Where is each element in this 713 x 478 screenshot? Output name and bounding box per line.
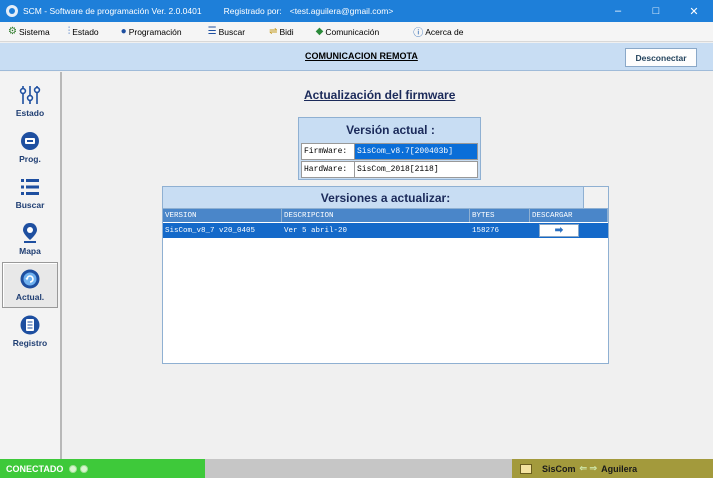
column-header-bytes[interactable]: BYTES <box>470 209 530 222</box>
remote-communication-title: COMUNICACION REMOTA <box>305 51 418 61</box>
toolbar: COMUNICACION REMOTA Desconectar <box>0 43 713 71</box>
sidebar-item-prog[interactable]: Prog. <box>2 124 58 170</box>
current-version-title: Versión actual : <box>346 123 435 137</box>
sliders-icon <box>19 84 41 106</box>
sidebar-item-estado[interactable]: Estado <box>2 78 58 124</box>
window-controls: – □ ✕ <box>599 0 713 22</box>
sidebar-item-mapa[interactable]: Mapa <box>2 216 58 262</box>
left-device-label: SisCom <box>542 463 576 474</box>
menu-item-sistema[interactable]: ⚙ Sistema <box>8 22 50 42</box>
programacion-icon: ● <box>120 26 127 37</box>
update-icon <box>19 268 41 290</box>
firmware-value: SisCom_v8.7[200403b] <box>355 143 478 160</box>
column-header-version[interactable]: VERSION <box>163 209 282 222</box>
status-bar: CONECTADO SisCom ⇐ ⇒ Aguilera <box>0 459 713 478</box>
registered-label: Registrado por: <box>223 6 282 16</box>
column-header-descargar[interactable]: DESCARGAR <box>530 209 608 222</box>
list-icon <box>19 176 41 198</box>
menu-item-buscar[interactable]: ☰ Buscar <box>208 22 245 42</box>
hardware-row: HardWare: SisCom_2018[2118] <box>301 161 478 178</box>
menu-bar: ⚙ Sistema ⫶ Estado ● Programación ☰ Busc… <box>0 22 713 42</box>
minimize-button[interactable]: – <box>599 0 637 22</box>
sidebar-item-actual[interactable]: Actual. <box>2 262 58 308</box>
registered-email: <test.aguilera@gmail.com> <box>289 6 394 16</box>
column-header-descripcion[interactable]: DESCRIPCION <box>282 209 470 222</box>
status-middle <box>205 459 512 478</box>
updates-title: Versiones a actualizar: <box>320 191 451 205</box>
buscar-icon: ☰ <box>207 26 217 37</box>
app-icon <box>6 5 18 17</box>
hardware-label: HardWare: <box>301 161 355 178</box>
header-corner <box>583 187 608 208</box>
bidi-icon: ⇌ <box>269 26 278 37</box>
disconnect-button[interactable]: Desconectar <box>625 48 697 67</box>
current-version-panel: Versión actual : FirmWare: SisCom_v8.7[2… <box>298 117 481 180</box>
sidebar-item-registro[interactable]: Registro <box>2 308 58 354</box>
updates-panel: Versiones a actualizar: VERSION DESCRIPC… <box>162 186 609 364</box>
updates-header: Versiones a actualizar: <box>163 187 608 209</box>
firmware-row: FirmWare: SisCom_v8.7[200403b] <box>301 143 478 160</box>
cell-version: SisCom_v8_7 v20_0405 <box>165 226 256 235</box>
info-icon: ⓘ <box>413 28 424 39</box>
menu-item-programacion[interactable]: ● Programación <box>121 22 182 42</box>
download-button[interactable]: ➡ <box>539 224 579 237</box>
sidebar: Estado Prog. Buscar Mapa Actual. Registr… <box>0 72 62 459</box>
hardware-value: SisCom_2018[2118] <box>355 161 478 178</box>
sync-arrows-icon: ⇐ ⇒ <box>579 463 598 473</box>
cell-descripcion: Ver 5 abril-20 <box>284 226 348 235</box>
title-bar: SCM - Software de programación Ver. 2.0.… <box>0 0 713 22</box>
estado-icon: ⫶ <box>67 26 71 37</box>
cell-bytes: 158276 <box>472 226 500 235</box>
sidebar-item-buscar[interactable]: Buscar <box>2 170 58 216</box>
link-status: SisCom ⇐ ⇒ Aguilera <box>512 459 713 478</box>
close-button[interactable]: ✕ <box>675 0 713 22</box>
menu-item-acerca-de[interactable]: ⓘ Acerca de <box>413 22 463 42</box>
connection-status: CONECTADO <box>0 459 205 478</box>
window-title: SCM - Software de programación Ver. 2.0.… <box>23 6 202 16</box>
menu-item-comunicacion[interactable]: ◆ Comunicación <box>316 22 380 42</box>
main-content: Actualización del firmware Versión actua… <box>64 72 713 459</box>
menu-item-estado[interactable]: ⫶ Estado <box>68 22 99 42</box>
comunicacion-icon: ◆ <box>315 26 324 37</box>
record-icon <box>19 314 41 336</box>
page-title: Actualización del firmware <box>304 88 456 102</box>
menu-item-bidi[interactable]: ⇌ Bidi <box>269 22 294 42</box>
device-icon <box>520 463 532 474</box>
status-dot-icon <box>69 464 78 473</box>
connected-label: CONECTADO <box>6 463 64 474</box>
firmware-label: FirmWare: <box>301 143 355 160</box>
arrow-right-icon: ➡ <box>554 225 564 236</box>
program-icon <box>19 130 41 152</box>
right-device-label: Aguilera <box>601 463 638 474</box>
maximize-button[interactable]: □ <box>637 0 675 22</box>
sistema-icon: ⚙ <box>8 26 17 37</box>
map-pin-icon <box>19 222 41 244</box>
status-dot-icon <box>80 464 89 473</box>
